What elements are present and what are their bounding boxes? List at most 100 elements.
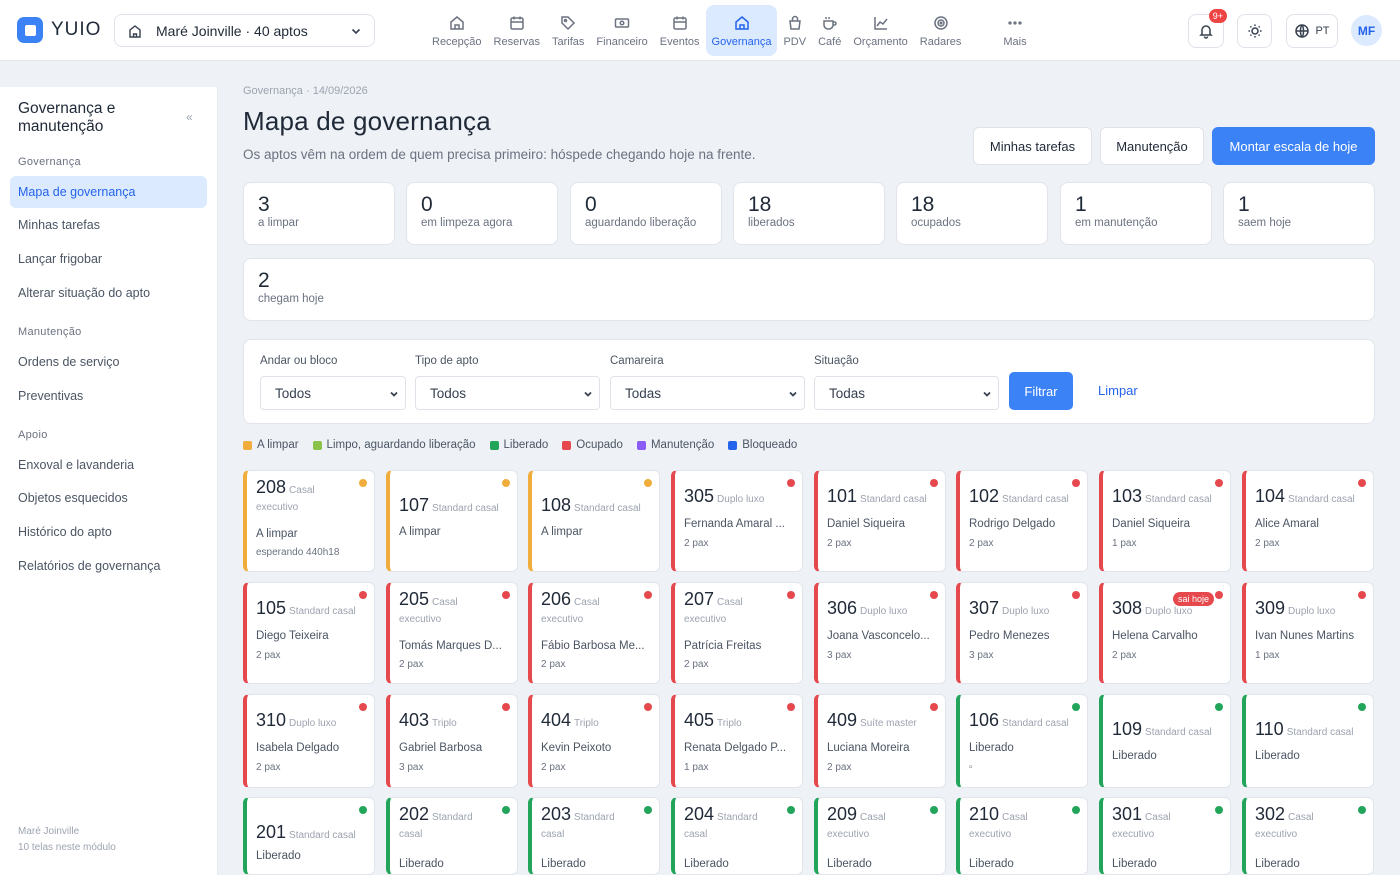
status-dot [1072,479,1080,487]
sidebar-item[interactable]: Mapa de governança [10,176,207,208]
sidebar-item[interactable]: Preventivas [10,380,207,412]
nav-item-recepcao[interactable]: Recepção [426,5,488,56]
nav-item-radares[interactable]: Radares [914,5,968,56]
room-card[interactable]: 301 Casal executivo Liberado [1099,797,1231,875]
room-card[interactable]: 107 Standard casal A limpar [386,470,518,572]
room-header: 309 Duplo luxo [1255,599,1357,619]
room-type: Standard [574,812,615,823]
building-icon [129,24,141,38]
sidebar-collapse-icon[interactable]: « [186,110,193,124]
nav-item-eventos[interactable]: Eventos [654,5,706,56]
room-card[interactable]: 206 Casal executivo Fábio Barbosa Me... 2 pa… [528,582,660,684]
notifications-button[interactable]: 9+ [1188,9,1227,48]
status-dot [787,703,795,711]
filter-select[interactable]: Todos [260,376,406,410]
status-dot [1072,703,1080,711]
stat-card: 0 aguardando liberação [570,182,722,245]
nav-item-governanca[interactable]: Governança [705,5,778,56]
room-card[interactable]: 306 Duplo luxo Joana Vasconcelo... 3 pax [814,582,946,684]
status-dot [644,703,652,711]
room-card[interactable]: 302 Casal executivo Liberado [1242,797,1374,875]
stat-card: 1 saem hoje [1223,182,1375,245]
room-number: 103 [1112,486,1143,506]
sidebar-item[interactable]: Ordens de serviço [10,346,207,378]
room-card[interactable]: 209 Casal executivo Liberado [814,797,946,875]
room-header: 105 Standard casal [256,599,358,619]
chevron-down-icon [351,28,361,34]
room-card[interactable]: 405 Triplo Renata Delgado P... 1 pax [671,694,803,788]
room-number: 209 [827,804,858,824]
sidebar-item[interactable]: Minhas tarefas [10,209,207,241]
clear-filters-link[interactable]: Limpar [1098,383,1138,398]
hotel-selector[interactable]: Maré Joinville · 40 aptos [114,14,375,47]
status-dot [644,806,652,814]
room-card[interactable]: 202 Standard casal Liberado [386,797,518,875]
room-card[interactable]: 204 Standard casal Liberado [671,797,803,875]
room-card[interactable]: 307 Duplo luxo Pedro Menezes 3 pax [956,582,1088,684]
room-card[interactable]: 102 Standard casal Rodrigo Delgado 2 pax [956,470,1088,572]
room-number: 403 [399,710,430,730]
filter-button[interactable]: Filtrar [1009,372,1073,410]
room-card[interactable]: 404 Triplo Kevin Peixoto 2 pax [528,694,660,788]
status-dot [502,479,510,487]
build-schedule-button[interactable]: Montar escala de hoje [1212,127,1375,165]
nav-item-reservas[interactable]: Reservas [488,5,546,56]
chevron-down-icon [584,391,592,397]
filter-select[interactable]: Todos [415,376,600,410]
nav-item-orcamento[interactable]: Orçamento [847,5,913,56]
room-card[interactable]: 105 Standard casal Diego Teixeira 2 pax [243,582,375,684]
nav-item-tarifas[interactable]: Tarifas [546,5,590,56]
nav-item-mais[interactable]: Mais [997,5,1032,56]
room-status-text: A limpar [256,528,298,540]
hotel-selector-label: Maré Joinville · 40 aptos [156,22,308,39]
room-header: 203 Standard casal [541,805,643,842]
room-card[interactable]: 210 Casal executivo Liberado [956,797,1088,875]
maintenance-button[interactable]: Manutenção [1100,127,1204,165]
room-card[interactable]: 108 Standard casal A limpar [528,470,660,572]
avatar[interactable]: MF [1351,15,1382,46]
room-type: Casal [1145,812,1171,823]
room-card[interactable]: 208 Casal executivo A limpar esperando 440h1… [243,470,375,572]
nav-item-cafe[interactable]: Café [812,5,847,56]
nav-item-label: PDV [783,35,807,48]
room-card[interactable]: 309 Duplo luxo Ivan Nunes Martins 1 pax [1242,582,1374,684]
room-type: casal [684,829,708,840]
logo[interactable]: YUIO [17,17,101,43]
sidebar-item[interactable]: Relatórios de governança [10,550,207,582]
filter-select[interactable]: Todas [814,376,999,410]
stat-card: 3a limpar [243,182,395,245]
room-header: 209 Casal executivo [827,804,929,842]
main-nav: Recepção Reservas Tarifas Financeiro Eventos… [426,5,1033,56]
sidebar-item[interactable]: Alterar situação do apto [10,277,207,309]
sidebar-item[interactable]: Objetos esquecidos [10,482,207,514]
room-card[interactable]: 103 Standard casal Daniel Siqueira 1 pax [1099,470,1231,572]
room-card[interactable]: 201 Standard casal Liberado [243,797,375,875]
room-type: Casal [717,597,743,608]
room-card[interactable]: 110 Standard casal Liberado [1242,694,1374,788]
legend-swatch [312,440,322,450]
room-card[interactable]: 403 Triplo Gabriel Barbosa 3 pax [386,694,518,788]
room-card[interactable]: 305 Duplo luxo Fernanda Amaral ... 2 pax [671,470,803,572]
language-button[interactable]: PT [1286,14,1338,48]
room-card[interactable]: 308 Duplo luxo sai hoje Helena Carvalho 2 pa… [1099,582,1231,684]
room-card[interactable]: 310 Duplo luxo Isabela Delgado 2 pax [243,694,375,788]
nav-item-financeiro[interactable]: Financeiro [590,5,653,56]
room-status-text: Alice Amaral [1255,518,1319,530]
room-card[interactable]: 101 Standard casal Daniel Siqueira 2 pax [814,470,946,572]
my-tasks-button[interactable]: Minhas tarefas [973,127,1092,165]
sidebar-item[interactable]: Lançar frigobar [10,243,207,275]
nav-item-pdv[interactable]: PDV [777,5,812,56]
status-dot [787,479,795,487]
room-type: executivo [1112,829,1155,840]
room-card[interactable]: 409 Suíte master Luciana Moreira 2 pax [814,694,946,788]
filter-select[interactable]: Todas [610,376,805,410]
sidebar-item[interactable]: Enxoval e lavanderia [10,449,207,481]
theme-toggle-button[interactable] [1237,14,1272,48]
room-card[interactable]: 205 Casal executivo Tomás Marques D... 2 pax [386,582,518,684]
room-card[interactable]: 109 Standard casal Liberado [1099,694,1231,788]
room-card[interactable]: 203 Standard casal Liberado [528,797,660,875]
room-card[interactable]: 207 Casal executivo Patrícia Freitas 2 pax [671,582,803,684]
sidebar-item[interactable]: Histórico do apto [10,516,207,548]
room-card[interactable]: 104 Standard casal Alice Amaral 2 pax [1242,470,1374,572]
room-card[interactable]: 106 Standard casal Liberado ▫ [956,694,1088,788]
